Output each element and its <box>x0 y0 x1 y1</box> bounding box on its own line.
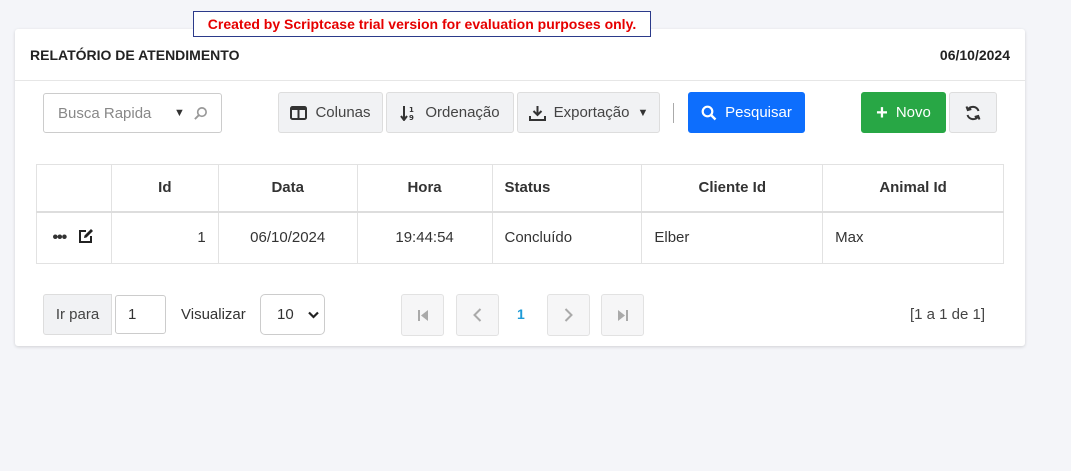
new-button[interactable]: + Novo <box>861 92 946 133</box>
page-title: RELATÓRIO DE ATENDIMENTO <box>30 46 240 63</box>
table-header-row: Id Data Hora Status Cliente Id Animal Id <box>36 164 1004 212</box>
cell-animal-id: Max <box>822 211 1004 264</box>
column-header-cliente-id[interactable]: Cliente Id <box>641 164 824 212</box>
last-page-icon <box>617 309 629 322</box>
svg-text:1: 1 <box>409 106 414 114</box>
column-header-data[interactable]: Data <box>217 164 358 212</box>
page-size-select[interactable]: 10 <box>260 294 325 335</box>
sort-label: Ordenação <box>425 104 500 121</box>
caret-down-icon[interactable]: ▼ <box>174 107 185 119</box>
actions-header <box>36 164 112 212</box>
toolbar-divider <box>673 103 674 123</box>
table-row: ••• 1 06/10/2024 19:44:54 Concluído Elbe… <box>36 211 1004 264</box>
column-header-id[interactable]: Id <box>110 164 219 212</box>
chevron-right-icon <box>564 308 573 322</box>
plus-icon: + <box>876 101 888 124</box>
view-label: Visualizar <box>181 306 246 323</box>
new-button-label: Novo <box>895 104 931 121</box>
quick-search[interactable]: ▼ <box>43 93 222 133</box>
svg-text:9: 9 <box>409 114 414 121</box>
sort-button[interactable]: 19 Ordenação <box>386 92 514 133</box>
report-card: RELATÓRIO DE ATENDIMENTO 06/10/2024 ▼ Co… <box>15 29 1025 346</box>
search-button-label: Pesquisar <box>725 104 792 121</box>
header-date: 06/10/2024 <box>939 46 1010 63</box>
results-table: Id Data Hora Status Cliente Id Animal Id… <box>36 164 1004 264</box>
row-actions: ••• <box>36 211 112 264</box>
previous-page-button[interactable] <box>456 294 499 336</box>
download-icon <box>528 105 546 121</box>
first-page-button[interactable] <box>401 294 444 336</box>
column-header-status[interactable]: Status <box>491 164 643 212</box>
chevron-down-icon <box>307 311 319 319</box>
search-icon[interactable] <box>193 106 208 121</box>
record-summary: [1 a 1 de 1] <box>909 306 985 323</box>
last-page-button[interactable] <box>601 294 644 336</box>
search-icon <box>701 105 717 121</box>
cell-status: Concluído <box>491 211 643 264</box>
chevron-left-icon <box>473 308 482 322</box>
goto-label: Ir para <box>43 294 112 335</box>
columns-label: Colunas <box>315 104 371 121</box>
more-options-icon[interactable]: ••• <box>52 229 67 246</box>
column-header-hora[interactable]: Hora <box>356 164 493 212</box>
search-input[interactable] <box>58 104 170 122</box>
cell-cliente-id: Elber <box>641 211 824 264</box>
next-page-button[interactable] <box>547 294 590 336</box>
search-button[interactable]: Pesquisar <box>688 92 805 133</box>
refresh-button[interactable] <box>949 92 997 133</box>
cell-id: 1 <box>110 211 219 264</box>
first-page-icon <box>417 309 429 322</box>
refresh-icon <box>965 105 981 121</box>
current-page-link[interactable]: 1 <box>517 306 525 322</box>
cell-hora: 19:44:54 <box>356 211 493 264</box>
sort-icon: 19 <box>400 105 417 121</box>
goto-page-input[interactable] <box>115 295 166 334</box>
trial-notice: Created by Scriptcase trial version for … <box>193 11 651 37</box>
edit-icon[interactable] <box>78 228 95 248</box>
caret-down-icon: ▼ <box>637 106 649 119</box>
columns-icon <box>290 105 308 120</box>
column-header-animal-id[interactable]: Animal Id <box>822 164 1004 212</box>
cell-data: 06/10/2024 <box>217 211 358 264</box>
columns-button[interactable]: Colunas <box>278 92 383 133</box>
page-size-value: 10 <box>277 306 294 323</box>
export-label: Exportação <box>553 104 630 121</box>
export-button[interactable]: Exportação ▼ <box>517 92 660 133</box>
